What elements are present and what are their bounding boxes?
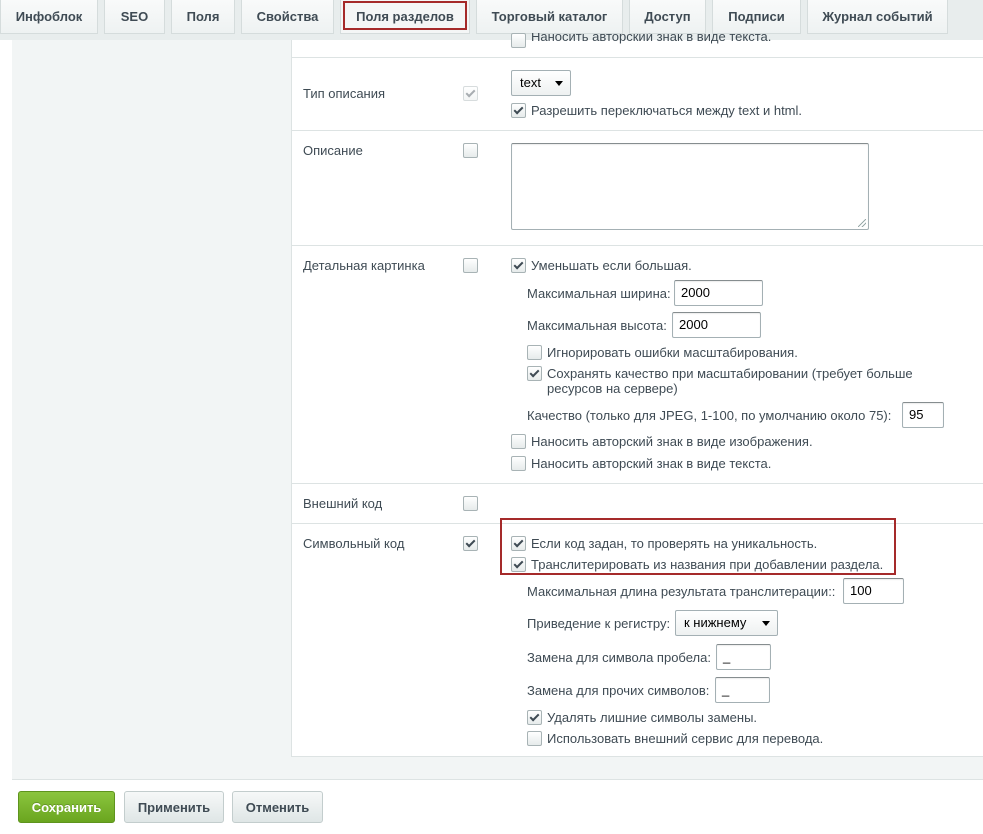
tab-trade-catalog[interactable]: Торговый каталог: [476, 0, 623, 34]
ignore-errors-checkbox[interactable]: [527, 345, 542, 360]
tab-section-fields-label: Поля разделов: [356, 9, 454, 24]
quality-label: Качество (только для JPEG, 1-100, по умо…: [527, 408, 892, 423]
watermark-text-label: Наносить авторский знак в виде текста.: [531, 456, 772, 471]
keep-quality-label-line-1: Сохранять качество при масштабировании (…: [547, 366, 913, 381]
watermark-image-checkbox[interactable]: [511, 434, 526, 449]
cancel-button[interactable]: Отменить: [232, 791, 323, 823]
chevron-down-icon: [762, 621, 770, 626]
other-replace-input[interactable]: _: [715, 677, 770, 703]
ignore-errors-label: Игнорировать ошибки масштабирования.: [547, 345, 798, 360]
transliterate-checkbox[interactable]: [511, 557, 526, 572]
description-label: Описание: [303, 143, 363, 158]
allow-switch-checkbox[interactable]: [511, 103, 526, 118]
tab-properties[interactable]: Свойства: [241, 0, 334, 34]
keep-quality-label-line-2: ресурсов на сервере): [547, 381, 678, 396]
description-default-textarea[interactable]: [511, 143, 869, 230]
external-service-label: Использовать внешний сервис для перевода…: [547, 731, 824, 746]
remove-extra-label: Удалять лишние символы замены.: [547, 710, 758, 725]
unique-label: Если код задан, то проверять на уникальн…: [531, 536, 818, 551]
row-divider: [291, 57, 983, 58]
watermark-image-label: Наносить авторский знак в виде изображен…: [531, 434, 813, 449]
max-len-input[interactable]: 100: [843, 578, 904, 604]
description-type-select[interactable]: text: [511, 70, 571, 96]
max-width-label: Максимальная ширина:: [527, 286, 671, 301]
description-type-label: Тип описания: [303, 86, 386, 101]
row-divider: [291, 523, 983, 524]
tab-infoblock[interactable]: Инфоблок: [0, 0, 98, 34]
tab-seo[interactable]: SEO: [104, 0, 165, 34]
tab-access[interactable]: Доступ: [629, 0, 706, 34]
scale-checkbox[interactable]: [511, 258, 526, 273]
unique-checkbox[interactable]: [511, 536, 526, 551]
tab-section-fields[interactable]: Поля разделов: [340, 0, 470, 34]
xml-id-label: Внешний код: [303, 496, 383, 511]
tab-fields[interactable]: Поля: [171, 0, 235, 34]
detail-picture-required-checkbox[interactable]: [463, 258, 478, 273]
description-type-required-checkbox[interactable]: [463, 86, 478, 101]
apply-button[interactable]: Применить: [124, 791, 224, 823]
quality-input[interactable]: 95: [902, 402, 944, 428]
watermark-text-top-checkbox[interactable]: [511, 33, 526, 48]
resize-grip-icon[interactable]: [858, 219, 866, 227]
case-select[interactable]: к нижнему: [675, 610, 778, 636]
description-type-select-value: text: [520, 75, 541, 90]
row-divider: [291, 245, 983, 246]
chevron-down-icon: [555, 81, 563, 86]
max-len-label: Максимальная длина результата транслитер…: [527, 584, 836, 599]
top-cut-label: Наносить авторский знак в виде текста.: [531, 33, 772, 44]
case-label: Приведение к регистру:: [527, 616, 671, 631]
code-label: Символьный код: [303, 536, 405, 551]
code-required-checkbox[interactable]: [463, 536, 478, 551]
transliterate-label: Транслитерировать из названия при добавл…: [531, 557, 884, 572]
tab-captions[interactable]: Подписи: [712, 0, 801, 34]
scale-label: Уменьшать если большая.: [531, 258, 692, 273]
row-divider: [291, 130, 983, 131]
space-replace-label: Замена для символа пробела:: [527, 650, 711, 665]
other-replace-label: Замена для прочих символов:: [527, 683, 710, 698]
case-select-value: к нижнему: [684, 615, 747, 630]
space-replace-input[interactable]: _: [716, 644, 771, 670]
external-service-checkbox[interactable]: [527, 731, 542, 746]
detail-picture-label: Детальная картинка: [303, 258, 425, 273]
watermark-text-checkbox[interactable]: [511, 456, 526, 471]
max-height-label: Максимальная высота:: [527, 318, 667, 333]
tab-bar: Инфоблок SEO Поля Свойства Поля разделов…: [0, 0, 983, 40]
save-button[interactable]: Сохранить: [18, 791, 115, 823]
max-height-input[interactable]: 2000: [672, 312, 761, 338]
keep-quality-checkbox[interactable]: [527, 366, 542, 381]
allow-switch-label: Разрешить переключаться между text и htm…: [531, 103, 803, 118]
remove-extra-checkbox[interactable]: [527, 710, 542, 725]
description-required-checkbox[interactable]: [463, 143, 478, 158]
xml-id-required-checkbox[interactable]: [463, 496, 478, 511]
row-divider: [291, 483, 983, 484]
tab-event-log[interactable]: Журнал событий: [807, 0, 948, 34]
max-width-input[interactable]: 2000: [674, 280, 763, 306]
